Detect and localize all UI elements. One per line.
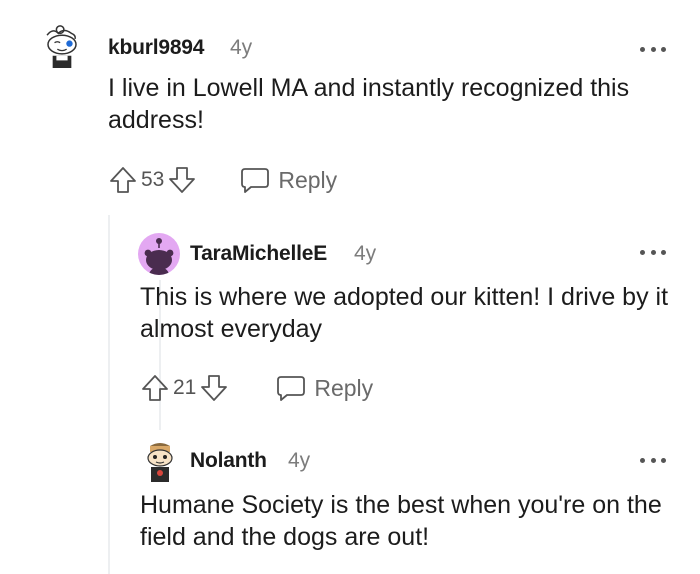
more-options-icon[interactable] xyxy=(640,455,666,465)
comment-author[interactable]: Nolanth xyxy=(190,449,267,473)
user-avatar[interactable] xyxy=(142,440,178,486)
comment-body: Humane Society is the best when you're o… xyxy=(140,491,662,551)
snoo-avatar-icon xyxy=(147,443,173,482)
comment: Nolanth 4y Humane Society is the best wh… xyxy=(0,0,700,574)
comment-age[interactable]: 4y xyxy=(288,449,310,473)
